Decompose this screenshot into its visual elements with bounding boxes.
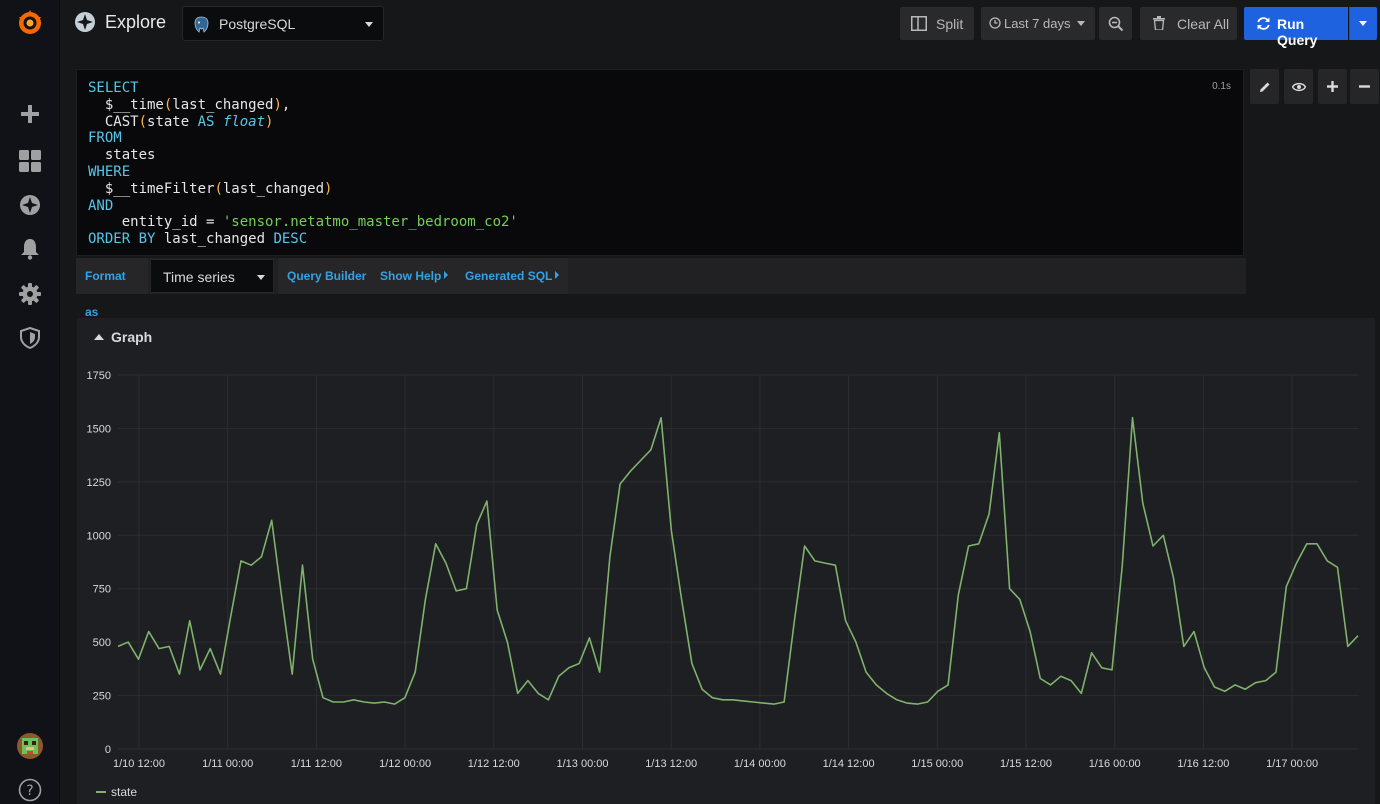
svg-text:?: ?: [26, 783, 33, 799]
x-tick-label: 1/14 12:00: [823, 758, 875, 770]
show-help-button[interactable]: Show Help: [371, 258, 458, 294]
chevron-right-icon: [555, 271, 560, 279]
query-builder-button[interactable]: Query Builder: [278, 258, 376, 294]
run-query-options-button[interactable]: [1349, 7, 1377, 40]
shield-icon[interactable]: [15, 323, 45, 353]
zoom-out-button[interactable]: [1099, 7, 1132, 40]
add-query-button[interactable]: [1318, 69, 1347, 104]
generated-sql-button[interactable]: Generated SQL: [456, 258, 569, 294]
legend-swatch: [96, 791, 106, 793]
x-tick-label: 1/15 12:00: [1000, 758, 1052, 770]
legend-item-state[interactable]: state: [96, 785, 137, 799]
sql-line-8: AND: [88, 197, 114, 214]
remove-query-button[interactable]: [1350, 69, 1379, 104]
y-tick-label: 1750: [87, 370, 111, 382]
x-tick-label: 1/13 12:00: [645, 758, 697, 770]
explore-icon[interactable]: [15, 190, 45, 220]
dashboards-icon[interactable]: [15, 146, 45, 176]
sql-line-1: SELECT: [88, 80, 139, 96]
y-tick-label: 1000: [87, 530, 111, 542]
edit-query-button[interactable]: [1250, 69, 1279, 104]
series-line-state[interactable]: [117, 416, 1359, 705]
grafana-logo-icon[interactable]: [15, 8, 45, 38]
page-title: Explore: [105, 12, 167, 32]
split-label: Split: [936, 16, 964, 32]
run-query-label: Run Query: [1277, 16, 1318, 48]
x-tick-label: 1/12 00:00: [379, 758, 431, 770]
generated-sql-label: Generated SQL: [465, 269, 553, 283]
x-tick-label: 1/14 00:00: [734, 758, 786, 770]
chevron-down-icon: [365, 22, 373, 27]
y-tick-label: 500: [93, 637, 111, 649]
sql-line-10: ORDER BY last_changed DESC: [88, 231, 308, 248]
y-tick-label: 0: [105, 744, 111, 756]
run-query-button[interactable]: Run Query: [1244, 7, 1348, 48]
clear-all-label: Clear All: [1177, 16, 1230, 32]
sql-line-2: $__time(last_changed),: [88, 96, 291, 113]
query-time: 0.1s: [1212, 81, 1231, 92]
chevron-right-icon: [444, 271, 449, 279]
datasource-picker[interactable]: PostgreSQL: [182, 6, 384, 41]
sql-line-7: $__timeFilter(last_changed): [88, 180, 333, 197]
bell-icon[interactable]: [15, 234, 45, 264]
clock-icon: [989, 17, 1001, 29]
graph-panel: Graph 0 250 500 750 1000 1250 1500 1750 1/10 12:…: [77, 318, 1375, 804]
chevron-down-icon: [1077, 21, 1085, 26]
x-tick-label: 1/12 12:00: [468, 758, 520, 770]
y-tick-label: 750: [93, 584, 111, 596]
time-range-label: Last 7 days: [1004, 16, 1071, 31]
chevron-down-icon: [257, 275, 265, 280]
x-tick-label: 1/11 00:00: [202, 758, 253, 770]
toggle-query-button[interactable]: [1284, 69, 1313, 104]
time-range-picker[interactable]: Last 7 days: [981, 7, 1095, 40]
x-tick-label: 1/16 00:00: [1089, 758, 1141, 770]
x-tick-label: 1/13 00:00: [557, 758, 609, 770]
plus-icon[interactable]: [15, 99, 45, 129]
sql-line-5: states: [88, 147, 156, 164]
y-tick-label: 1500: [87, 423, 111, 435]
eye-icon: [1291, 82, 1306, 91]
user-avatar[interactable]: [15, 731, 45, 761]
postgresql-icon: [194, 16, 209, 33]
explore-toolbar: Explore PostgreSQL Split Last 7 days Cle…: [60, 0, 1380, 48]
format-select[interactable]: Time series: [150, 259, 274, 293]
explore-title-icon: [75, 12, 95, 32]
timeseries-chart[interactable]: 0 250 500 750 1000 1250 1500 1750 1/10 12:00 1/11…: [77, 318, 1375, 804]
chevron-down-icon: [1359, 21, 1367, 26]
sql-line-9: entity_id = 'sensor.netatmo_master_bedro…: [88, 214, 518, 231]
gear-icon[interactable]: [15, 279, 45, 309]
split-button[interactable]: Split: [900, 7, 974, 40]
y-tick-label: 1250: [87, 477, 111, 489]
x-tick-label: 1/10 12:00: [113, 758, 165, 770]
x-tick-label: 1/11 12:00: [291, 758, 342, 770]
minus-icon: [1359, 85, 1370, 88]
refresh-icon: [1257, 17, 1270, 30]
pencil-icon: [1259, 82, 1269, 92]
x-tick-label: 1/16 12:00: [1177, 758, 1229, 770]
clear-all-button[interactable]: Clear All: [1140, 7, 1237, 40]
format-value: Time series: [163, 269, 235, 285]
x-tick-label: 1/15 00:00: [911, 758, 963, 770]
sql-line-3: CAST(state AS float): [88, 113, 274, 130]
y-tick-label: 250: [93, 691, 111, 703]
query-options-bar: Format as Time series Query Builder Show…: [76, 258, 1246, 319]
split-icon: [911, 16, 927, 31]
trash-icon: [1153, 16, 1165, 30]
plus-icon: [1327, 81, 1338, 92]
sql-code[interactable]: SELECT $__time(last_changed), CAST(state…: [88, 80, 518, 248]
zoom-out-icon: [1108, 16, 1124, 32]
legend-label: state: [111, 785, 138, 799]
datasource-label: PostgreSQL: [219, 16, 296, 32]
help-icon[interactable]: ?: [15, 775, 45, 804]
x-tick-label: 1/17 00:00: [1266, 758, 1318, 770]
sidebar: ?: [0, 0, 60, 804]
format-as-label: Format as: [76, 258, 148, 319]
query-editor[interactable]: SELECT $__time(last_changed), CAST(state…: [76, 69, 1244, 256]
sql-line-6: WHERE: [88, 163, 131, 180]
sql-line-4: FROM: [88, 130, 122, 147]
show-help-label: Show Help: [380, 269, 442, 283]
